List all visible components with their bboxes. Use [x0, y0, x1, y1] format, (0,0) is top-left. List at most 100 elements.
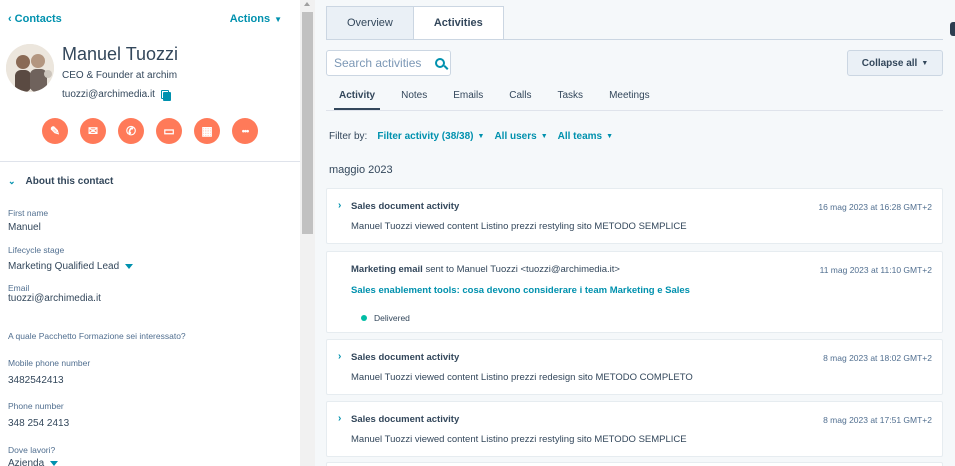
contact-title: CEO & Founder at archim: [62, 70, 178, 81]
activity-desc: Manuel Tuozzi viewed content Listino pre…: [351, 434, 687, 445]
calendar-icon: ▦: [201, 124, 213, 138]
activity-title: Marketing email sent to Manuel Tuozzi <t…: [351, 264, 620, 275]
filter-users-dropdown[interactable]: All users ▼: [494, 131, 547, 142]
scroll-up-icon[interactable]: [304, 2, 310, 6]
filter-bar: Filter by: Filter activity (38/38) ▼ All…: [329, 131, 613, 142]
mail-icon: ✉: [87, 124, 99, 138]
chevron-left-icon: ‹: [8, 13, 12, 25]
contact-name: Manuel Tuozzi: [62, 44, 179, 64]
activity-card[interactable]: › Sales document activity 8 mag 2023 at …: [326, 339, 943, 395]
caret-down-icon: ▼: [477, 133, 485, 140]
sidebar-topbar: ‹ Contacts Actions ▼: [8, 13, 282, 25]
subtab-meetings[interactable]: Meetings: [596, 90, 663, 110]
search-placeholder: Search activities: [334, 56, 422, 70]
more-icon: •••: [241, 126, 250, 136]
subtabs-divider: [326, 110, 943, 111]
avatar[interactable]: [6, 44, 54, 92]
activity-card[interactable]: Marketing email sent to Manuel Tuozzi <t…: [326, 251, 943, 333]
more-button[interactable]: •••: [232, 118, 258, 144]
meeting-button[interactable]: ▦: [194, 118, 220, 144]
status-badge: Delivered: [361, 313, 410, 323]
activity-card[interactable]: [326, 462, 943, 466]
back-label: Contacts: [14, 13, 62, 25]
copy-icon[interactable]: [160, 90, 171, 101]
task-icon: ▭: [163, 124, 175, 138]
tabs-divider: [326, 39, 943, 40]
activity-panel: Overview Activities Search activities Co…: [315, 0, 955, 466]
contact-email-text: tuozzi@archimedia.it: [62, 89, 155, 100]
activity-card[interactable]: › Sales document activity 8 mag 2023 at …: [326, 401, 943, 457]
mobile-label: Mobile phone number: [8, 358, 91, 368]
tab-overview[interactable]: Overview: [326, 6, 414, 40]
caret-down-icon: ▼: [274, 14, 282, 24]
filter-users-text: All users: [494, 131, 537, 142]
activity-type-tabs: Activity Notes Emails Calls Tasks Meetin…: [326, 90, 663, 110]
quick-actions: ✎ ✉ ✆ ▭ ▦ •••: [42, 118, 258, 144]
status-text: Delivered: [374, 313, 410, 323]
activity-title: Sales document activity: [351, 201, 460, 212]
status-dot-icon: [361, 315, 367, 321]
filter-activity-text: Filter activity (38/38): [377, 131, 474, 142]
email-button[interactable]: ✉: [80, 118, 106, 144]
actions-menu[interactable]: Actions ▼: [230, 13, 282, 25]
filter-teams-dropdown[interactable]: All teams ▼: [558, 131, 613, 142]
side-panel-handle[interactable]: [950, 22, 955, 36]
tab-activities[interactable]: Activities: [412, 6, 504, 40]
sidebar-scrollbar[interactable]: [300, 0, 315, 466]
caret-down-icon: ▼: [921, 59, 929, 67]
caret-down-icon: [50, 461, 59, 466]
activity-time: 16 mag 2023 at 16:28 GMT+2: [818, 202, 932, 212]
about-section-toggle[interactable]: ⌄ About this contact: [8, 176, 113, 187]
dove-value: Azienda: [8, 458, 45, 466]
chevron-right-icon[interactable]: ›: [338, 200, 341, 211]
subtab-tasks[interactable]: Tasks: [545, 90, 597, 110]
actions-label: Actions: [229, 13, 271, 25]
contact-email: tuozzi@archimedia.it: [62, 89, 171, 101]
lifecycle-select[interactable]: Marketing Qualified Lead: [8, 261, 134, 272]
collapse-all-button[interactable]: Collapse all ▼: [847, 50, 943, 76]
first-name-value[interactable]: Manuel: [8, 222, 41, 233]
filter-activity-dropdown[interactable]: Filter activity (38/38) ▼: [377, 131, 484, 142]
activity-title: Sales document activity: [351, 352, 460, 363]
lifecycle-value: Marketing Qualified Lead: [8, 261, 120, 272]
chevron-right-icon[interactable]: ›: [338, 413, 341, 424]
subtab-calls[interactable]: Calls: [496, 90, 544, 110]
activity-card[interactable]: › Sales document activity 16 mag 2023 at…: [326, 188, 943, 244]
activity-time: 8 mag 2023 at 17:51 GMT+2: [823, 415, 932, 425]
search-activities-input[interactable]: Search activities: [326, 50, 451, 76]
caret-down-icon: [125, 264, 134, 269]
about-heading: About this contact: [25, 176, 114, 187]
caret-down-icon: ▼: [540, 133, 548, 140]
main-tabs: Overview Activities: [326, 6, 504, 40]
activity-title-main: Marketing email: [351, 264, 423, 275]
email-label: Email: [8, 283, 30, 293]
chevron-down-icon: ⌄: [8, 176, 16, 186]
mobile-value[interactable]: 3482542413: [8, 375, 64, 386]
divider: [0, 161, 300, 162]
activity-title: Sales document activity: [351, 414, 460, 425]
call-button[interactable]: ✆: [118, 118, 144, 144]
search-icon[interactable]: [435, 58, 446, 68]
activity-time: 8 mag 2023 at 18:02 GMT+2: [823, 353, 932, 363]
note-button[interactable]: ✎: [42, 118, 68, 144]
phone-icon: ✆: [125, 124, 137, 138]
filter-label: Filter by:: [329, 131, 368, 142]
subtab-notes[interactable]: Notes: [388, 90, 440, 110]
phone-value[interactable]: 348 254 2413: [8, 418, 69, 429]
pacchetto-label: A quale Pacchetto Formazione sei interes…: [8, 331, 186, 341]
avatar-photo-icon: [6, 44, 54, 92]
lifecycle-label: Lifecycle stage: [8, 245, 65, 255]
back-to-contacts-link[interactable]: ‹ Contacts: [8, 13, 62, 25]
dove-select[interactable]: Azienda: [8, 458, 59, 466]
subtab-activity[interactable]: Activity: [326, 90, 388, 110]
dove-label: Dove lavori?: [8, 445, 56, 455]
activity-desc: Manuel Tuozzi viewed content Listino pre…: [351, 372, 693, 383]
chevron-right-icon[interactable]: ›: [338, 351, 341, 362]
task-button[interactable]: ▭: [156, 118, 182, 144]
contact-sidebar: ‹ Contacts Actions ▼ Manuel Tuozzi CEO &…: [0, 0, 300, 466]
email-value[interactable]: tuozzi@archimedia.it: [8, 293, 101, 304]
email-subject-link[interactable]: Sales enablement tools: cosa devono cons…: [351, 285, 690, 296]
pencil-icon: ✎: [49, 124, 61, 138]
scrollbar-thumb[interactable]: [302, 12, 313, 234]
subtab-emails[interactable]: Emails: [440, 90, 496, 110]
